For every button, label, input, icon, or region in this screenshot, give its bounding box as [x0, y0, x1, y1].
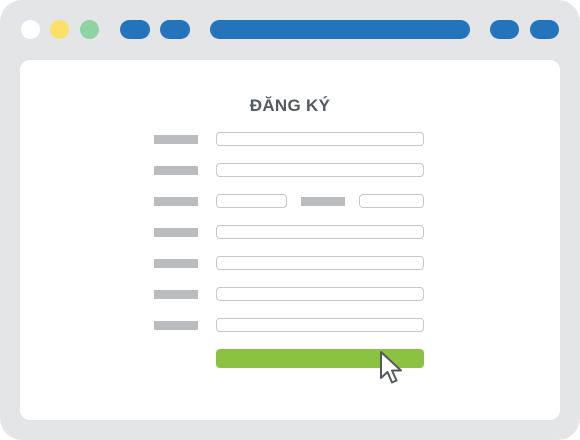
text-input-field[interactable]	[216, 163, 424, 177]
text-input-field[interactable]	[216, 225, 424, 239]
text-input-field[interactable]	[216, 256, 424, 270]
form-title: ĐĂNG KÝ	[249, 96, 331, 115]
field-label-placeholder	[154, 166, 198, 175]
text-input-field[interactable]	[216, 318, 424, 332]
forward-button[interactable]	[160, 20, 190, 39]
field-label-placeholder	[154, 228, 198, 237]
browser-window: ĐĂNG KÝ	[0, 0, 580, 440]
field-label-placeholder	[154, 259, 198, 268]
menu-button[interactable]	[530, 20, 559, 39]
text-input-field-short-left[interactable]	[216, 194, 287, 208]
close-window-button[interactable]	[21, 20, 40, 39]
field-label-placeholder-inline	[301, 197, 345, 206]
field-label-placeholder	[154, 290, 198, 299]
text-input-field[interactable]	[216, 132, 424, 146]
page-viewport: ĐĂNG KÝ	[20, 60, 560, 420]
field-label-placeholder	[154, 135, 198, 144]
text-input-field[interactable]	[216, 287, 424, 301]
field-label-placeholder	[154, 321, 198, 330]
field-label-placeholder	[154, 197, 198, 206]
maximize-window-button[interactable]	[80, 20, 99, 39]
address-bar[interactable]	[210, 20, 470, 39]
extension-button[interactable]	[490, 20, 519, 39]
text-input-field-short-right[interactable]	[359, 194, 424, 208]
arrow-cursor-icon	[380, 351, 402, 384]
back-button[interactable]	[120, 20, 150, 39]
minimize-window-button[interactable]	[50, 20, 69, 39]
